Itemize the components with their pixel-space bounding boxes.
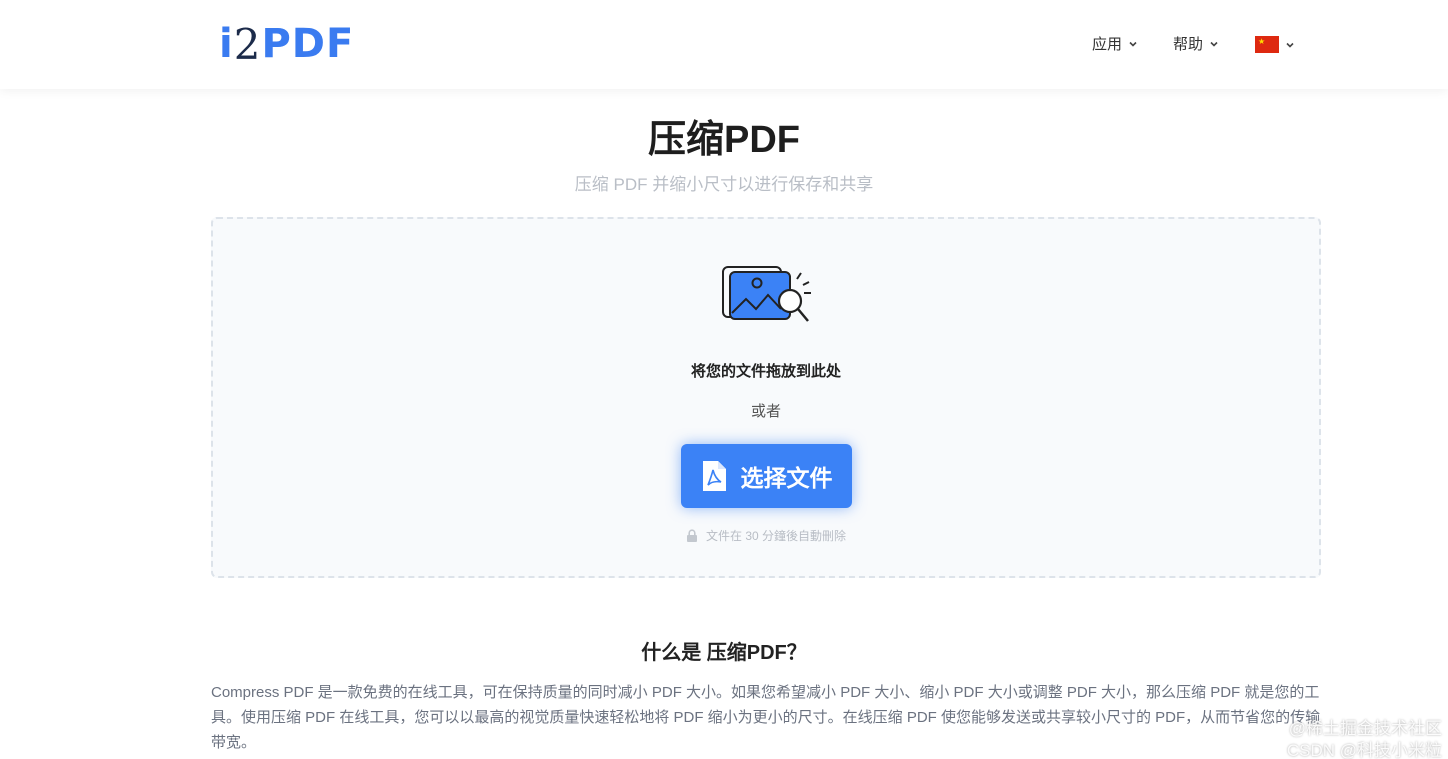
choose-file-button[interactable]: 选择文件	[681, 444, 852, 508]
page-subtitle: 压缩 PDF 并缩小尺寸以进行保存和共享	[574, 175, 874, 194]
logo-two: 2	[233, 19, 261, 69]
or-separator: 或者	[750, 403, 781, 420]
nav-apps-dropdown[interactable]: 应用	[1092, 33, 1138, 54]
china-flag-icon: ★	[1255, 36, 1279, 53]
page-title: 压缩PDF	[647, 119, 800, 161]
image-search-icon	[722, 266, 811, 322]
watermark-line-2: CSDN @科技小米粒	[1286, 741, 1442, 759]
chevron-down-icon	[1129, 41, 1137, 47]
watermark: @稀土掘金技术社区 CSDN @科技小米粒	[1262, 718, 1442, 759]
chevron-down-icon	[1286, 42, 1294, 48]
language-selector[interactable]: ★	[1255, 36, 1295, 53]
drop-instruction: 将您的文件拖放到此处	[690, 363, 841, 380]
nav-apps-label: 应用	[1092, 36, 1123, 53]
flag-star-icon: ★	[1258, 37, 1266, 46]
nav-help-label: 帮助	[1173, 36, 1204, 53]
lock-icon	[686, 529, 697, 542]
about-title: 什么是 压缩PDF？	[641, 642, 807, 664]
nav-help-dropdown[interactable]: 帮助	[1173, 33, 1219, 54]
about-description: Compress PDF 是一款免费的在线工具，可在保持质量的同时减小 PDF …	[211, 684, 1321, 751]
i2pdf-logo[interactable]: i 2 PDF	[219, 19, 355, 69]
file-dropzone[interactable]: 将您的文件拖放到此处 或者 选择文件 文件在 30 分鐘後自動刪除	[211, 217, 1321, 578]
auto-delete-note: 文件在 30 分鐘後自動刪除	[213, 527, 1319, 544]
logo-pdf: PDF	[261, 21, 355, 67]
chevron-down-icon	[1210, 41, 1218, 47]
logo-i: i	[219, 21, 233, 67]
watermark-line-1: @稀土掘金技术社区	[1288, 719, 1442, 738]
auto-delete-text: 文件在 30 分鐘後自動刪除	[705, 529, 847, 543]
top-header: i 2 PDF 应用 帮助 ★	[0, 0, 1448, 89]
pdf-file-icon	[702, 461, 726, 491]
choose-file-label: 选择文件	[740, 465, 833, 491]
